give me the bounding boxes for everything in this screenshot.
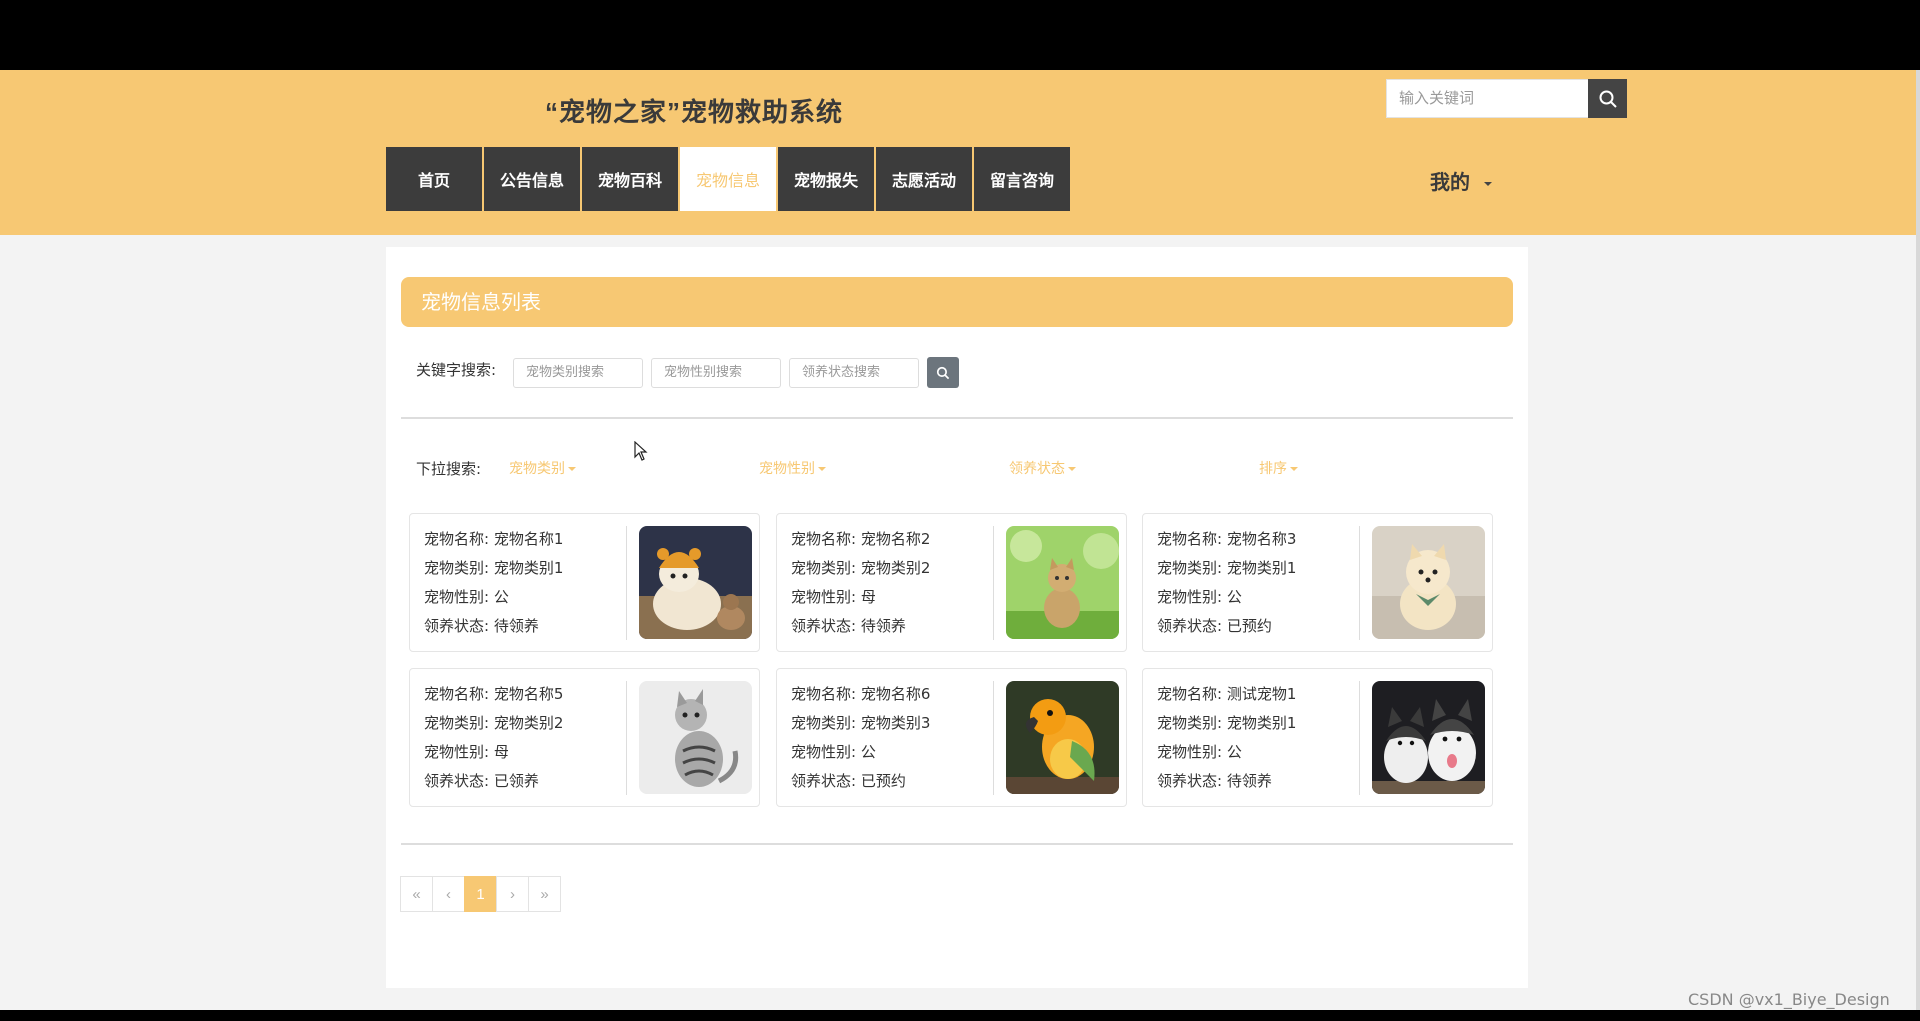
pet-image-dog-in-hat[interactable]: [639, 526, 752, 639]
pet-gender: 宠物性别: 公: [424, 588, 509, 606]
card-separator: [626, 526, 627, 640]
category-dropdown-label: 宠物类别: [509, 461, 565, 477]
nav-item-pet-encyclopedia[interactable]: 宠物百科: [582, 147, 678, 211]
pet-card[interactable]: 宠物名称: 测试宠物1 宠物类别: 宠物类别1 宠物性别: 公 领养状态: 待领…: [1142, 668, 1493, 807]
divider: [401, 843, 1513, 845]
last-page-button[interactable]: »: [528, 876, 561, 912]
pet-name: 宠物名称: 宠物名称3: [1157, 530, 1297, 548]
category-dropdown[interactable]: 宠物类别: [509, 458, 576, 478]
mine-label: 我的: [1430, 170, 1470, 194]
dropdown-search-label: 下拉搜索:: [416, 460, 482, 478]
nav-item-pet-info[interactable]: 宠物信息: [680, 147, 776, 211]
next-page-button[interactable]: ›: [496, 876, 529, 912]
window-bottom-bar: [0, 1010, 1920, 1021]
pet-name: 宠物名称: 宠物名称2: [791, 530, 931, 548]
pagination: « ‹ 1 › »: [400, 876, 561, 912]
pet-image-tabby-cat[interactable]: [639, 681, 752, 794]
status-dropdown-label: 领养状态: [1009, 461, 1065, 477]
category-search-input[interactable]: 宠物类别搜索: [513, 358, 643, 388]
gender-dropdown[interactable]: 宠物性别: [759, 458, 826, 478]
pet-status: 领养状态: 待领养: [424, 617, 539, 635]
card-separator: [993, 526, 994, 640]
pet-card[interactable]: 宠物名称: 宠物名称2 宠物类别: 宠物类别2 宠物性别: 母 领养状态: 待领…: [776, 513, 1127, 652]
pet-gender: 宠物性别: 母: [424, 743, 509, 761]
pet-image-pomeranian[interactable]: [1372, 526, 1485, 639]
pet-status: 领养状态: 待领养: [1157, 772, 1272, 790]
pet-card[interactable]: 宠物名称: 宠物名称5 宠物类别: 宠物类别2 宠物性别: 母 领养状态: 已领…: [409, 668, 760, 807]
pet-status: 领养状态: 已领养: [424, 772, 539, 790]
card-separator: [1359, 681, 1360, 795]
pet-category: 宠物类别: 宠物类别3: [791, 714, 931, 732]
card-separator: [626, 681, 627, 795]
gender-dropdown-label: 宠物性别: [759, 461, 815, 477]
pet-info: 宠物名称: 宠物名称2 宠物类别: 宠物类别2 宠物性别: 母 领养状态: 待领…: [791, 525, 930, 641]
pet-image-kitten-in-grass[interactable]: [1006, 526, 1119, 639]
pet-name: 宠物名称: 宠物名称1: [424, 530, 564, 548]
sort-dropdown-label: 排序: [1259, 461, 1287, 477]
pet-name: 宠物名称: 测试宠物1: [1157, 685, 1297, 703]
pet-status: 领养状态: 已预约: [1157, 617, 1272, 635]
pet-gender: 宠物性别: 公: [1157, 588, 1242, 606]
pet-gender: 宠物性别: 母: [791, 588, 876, 606]
window-top-bar: [0, 0, 1920, 70]
caret-down-icon: [1290, 467, 1298, 471]
pet-gender: 宠物性别: 公: [1157, 743, 1242, 761]
pet-status: 领养状态: 待领养: [791, 617, 906, 635]
header-search-button[interactable]: [1588, 79, 1627, 118]
pet-category: 宠物类别: 宠物类别1: [424, 559, 564, 577]
page-scrollbar[interactable]: [1916, 70, 1920, 1010]
card-separator: [1359, 526, 1360, 640]
divider: [401, 417, 1513, 419]
pet-category: 宠物类别: 宠物类别2: [791, 559, 931, 577]
pet-name: 宠物名称: 宠物名称6: [791, 685, 931, 703]
pet-info: 宠物名称: 测试宠物1 宠物类别: 宠物类别1 宠物性别: 公 领养状态: 待领…: [1157, 680, 1296, 796]
main-nav: 首页 公告信息 宠物百科 宠物信息 宠物报失 志愿活动 留言咨询: [386, 147, 1072, 211]
sort-dropdown[interactable]: 排序: [1259, 458, 1298, 478]
pet-image-husky-puppies[interactable]: [1372, 681, 1485, 794]
pet-status: 领养状态: 已预约: [791, 772, 906, 790]
page-button-current[interactable]: 1: [464, 876, 497, 912]
status-search-input[interactable]: 领养状态搜索: [789, 358, 919, 388]
header-search-input[interactable]: 输入关键词: [1386, 79, 1588, 118]
pet-card[interactable]: 宠物名称: 宠物名称3 宠物类别: 宠物类别1 宠物性别: 公 领养状态: 已预…: [1142, 513, 1493, 652]
search-icon: [1599, 90, 1617, 108]
caret-down-icon: [1484, 181, 1492, 186]
pet-info: 宠物名称: 宠物名称1 宠物类别: 宠物类别1 宠物性别: 公 领养状态: 待领…: [424, 525, 563, 641]
nav-item-messages[interactable]: 留言咨询: [974, 147, 1070, 211]
prev-page-button[interactable]: ‹: [432, 876, 465, 912]
nav-item-volunteer[interactable]: 志愿活动: [876, 147, 972, 211]
mouse-cursor-icon: [634, 441, 648, 461]
pet-card[interactable]: 宠物名称: 宠物名称6 宠物类别: 宠物类别3 宠物性别: 公 领养状态: 已预…: [776, 668, 1127, 807]
search-icon: [936, 366, 950, 379]
list-title: 宠物信息列表: [401, 277, 1513, 327]
caret-down-icon: [818, 467, 826, 471]
caret-down-icon: [568, 467, 576, 471]
mine-dropdown[interactable]: 我的: [1430, 166, 1492, 195]
pet-gender: 宠物性别: 公: [791, 743, 876, 761]
pet-info: 宠物名称: 宠物名称5 宠物类别: 宠物类别2 宠物性别: 母 领养状态: 已领…: [424, 680, 563, 796]
pet-info: 宠物名称: 宠物名称6 宠物类别: 宠物类别3 宠物性别: 公 领养状态: 已预…: [791, 680, 930, 796]
keyword-search-button[interactable]: [927, 357, 959, 388]
pet-category: 宠物类别: 宠物类别2: [424, 714, 564, 732]
nav-item-home[interactable]: 首页: [386, 147, 482, 211]
pet-category: 宠物类别: 宠物类别1: [1157, 714, 1297, 732]
pet-card[interactable]: 宠物名称: 宠物名称1 宠物类别: 宠物类别1 宠物性别: 公 领养状态: 待领…: [409, 513, 760, 652]
keyword-search-label: 关键字搜索:: [416, 361, 497, 379]
pet-image-parrot[interactable]: [1006, 681, 1119, 794]
pet-info: 宠物名称: 宠物名称3 宠物类别: 宠物类别1 宠物性别: 公 领养状态: 已预…: [1157, 525, 1296, 641]
nav-item-lost-pets[interactable]: 宠物报失: [778, 147, 874, 211]
gender-search-input[interactable]: 宠物性别搜索: [651, 358, 781, 388]
first-page-button[interactable]: «: [400, 876, 433, 912]
nav-item-announcements[interactable]: 公告信息: [484, 147, 580, 211]
card-separator: [993, 681, 994, 795]
caret-down-icon: [1068, 467, 1076, 471]
pet-category: 宠物类别: 宠物类别1: [1157, 559, 1297, 577]
pet-name: 宠物名称: 宠物名称5: [424, 685, 564, 703]
status-dropdown[interactable]: 领养状态: [1009, 458, 1076, 478]
site-title: “宠物之家”宠物救助系统: [545, 97, 844, 127]
watermark: CSDN @vx1_Biye_Design: [1688, 990, 1890, 1009]
